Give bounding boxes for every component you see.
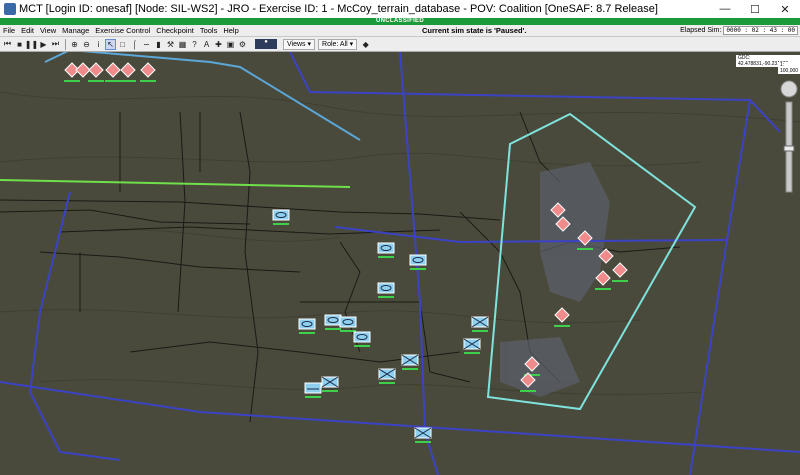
- step-icon[interactable]: ⏭: [50, 39, 61, 50]
- sim-state-status: Current sim state is 'Paused'.: [422, 26, 527, 35]
- layers-icon[interactable]: ▦: [177, 39, 188, 50]
- move-icon[interactable]: ✚: [213, 39, 224, 50]
- info-icon[interactable]: i: [93, 39, 104, 50]
- zoom-in-icon[interactable]: ⊕: [69, 39, 80, 50]
- bar-chart-icon[interactable]: ▮: [153, 39, 164, 50]
- menu-file[interactable]: File: [0, 26, 18, 35]
- views-dropdown[interactable]: Views ▾: [283, 38, 316, 50]
- menu-view[interactable]: View: [37, 26, 59, 35]
- map-canvas[interactable]: [0, 52, 800, 475]
- zoom-out-icon[interactable]: ⊖: [81, 39, 92, 50]
- tools-icon[interactable]: ⚒: [165, 39, 176, 50]
- menu-manage[interactable]: Manage: [59, 26, 92, 35]
- role-label: Role: All: [322, 40, 348, 48]
- minimize-button[interactable]: —: [710, 0, 740, 18]
- rewind-icon[interactable]: ⏮: [2, 39, 13, 50]
- menu-tools[interactable]: Tools: [197, 26, 221, 35]
- measure-icon[interactable]: ⌠: [129, 39, 140, 50]
- stop-icon[interactable]: ■: [14, 39, 25, 50]
- toolbar: ⏮ ■ ❚❚ ▶ ⏭ ⊕ ⊖ i ↖ □ ⌠ ∽ ▮ ⚒ ▦ ? A ✚ ▣ ⚙…: [0, 37, 800, 52]
- text-icon[interactable]: A: [201, 39, 212, 50]
- scale-readout: 1: 100,000: [778, 62, 800, 74]
- select-pointer-icon[interactable]: ↖: [105, 38, 116, 50]
- zoom-pan-icon[interactable]: [780, 80, 798, 98]
- elapsed-value: 0000 : 02 : 43 : 00: [723, 26, 798, 35]
- menu-checkpoint[interactable]: Checkpoint: [153, 26, 197, 35]
- classification-banner: UNCLASSIFIED: [0, 18, 800, 25]
- unit-icon[interactable]: ▣: [225, 39, 236, 50]
- menu-edit[interactable]: Edit: [18, 26, 37, 35]
- role-dropdown[interactable]: Role: All ▾: [318, 38, 358, 50]
- settings-icon[interactable]: ⚙: [237, 39, 248, 50]
- elapsed-sim: Elapsed Sim: 0000 : 02 : 43 : 00: [680, 26, 798, 35]
- pause-icon[interactable]: ❚❚: [25, 39, 38, 50]
- line-chart-icon[interactable]: ∽: [141, 39, 152, 50]
- maximize-button[interactable]: ☐: [740, 0, 770, 18]
- map-view[interactable]: GDC: 42.478831,-90.231970 1: 100,000: [0, 52, 800, 475]
- app-icon: [4, 3, 16, 15]
- toolbar-divider: [65, 38, 66, 50]
- speed-field[interactable]: ●: [255, 39, 277, 49]
- menu-help[interactable]: Help: [220, 26, 241, 35]
- help-icon[interactable]: ?: [189, 39, 200, 50]
- views-label: Views: [287, 40, 306, 48]
- menu-exercise-control[interactable]: Exercise Control: [92, 26, 153, 35]
- elapsed-label: Elapsed Sim:: [680, 27, 722, 34]
- lock-icon[interactable]: ◆: [360, 39, 371, 50]
- window-titlebar: MCT [Login ID: onesaf] [Node: SIL-WS2] -…: [0, 0, 800, 18]
- rectangle-select-icon[interactable]: □: [117, 39, 128, 50]
- window-title: MCT [Login ID: onesaf] [Node: SIL-WS2] -…: [19, 3, 658, 15]
- close-button[interactable]: ✕: [770, 0, 800, 18]
- menu-bar: File Edit View Manage Exercise Control C…: [0, 25, 800, 37]
- play-icon[interactable]: ▶: [38, 39, 49, 50]
- zoom-slider-handle[interactable]: [783, 145, 795, 152]
